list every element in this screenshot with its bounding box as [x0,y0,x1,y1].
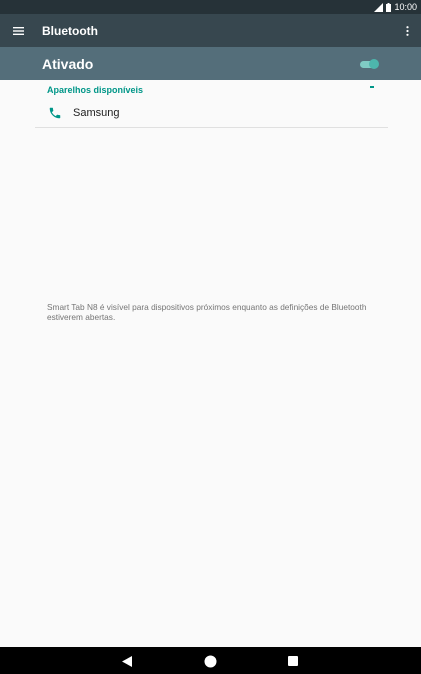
navigation-menu-button[interactable] [8,21,28,41]
app-bar: Bluetooth [0,14,421,47]
more-options-button[interactable] [401,21,413,41]
navigation-bar [0,647,421,674]
device-list-item[interactable]: Samsung [35,100,388,128]
available-devices-header: Aparelhos disponíveis [47,85,144,95]
status-time: 10:00 [394,2,417,12]
toggle-thumb [369,59,379,69]
recents-button[interactable] [285,653,301,669]
visibility-note: Smart Tab N8 é visível para dispositivos… [47,302,367,322]
scanning-indicator [370,86,374,88]
back-button[interactable] [119,653,135,669]
bluetooth-toggle[interactable] [360,58,380,70]
back-triangle-icon [122,655,132,667]
bluetooth-master-switch-bar[interactable]: Ativado [0,47,421,80]
home-button[interactable] [202,653,218,669]
status-icons: 10:00 [374,1,417,13]
switch-label: Ativado [42,56,94,72]
home-circle-icon [204,655,216,667]
battery-icon [386,2,392,12]
cell-signal-icon [374,2,384,12]
recents-square-icon [288,656,298,666]
page-title: Bluetooth [42,24,98,38]
device-name: Samsung [73,107,120,119]
status-bar: 10:00 [0,0,421,14]
hamburger-menu-icon [12,27,24,35]
phone-icon [49,107,61,119]
more-vert-icon [405,26,409,36]
